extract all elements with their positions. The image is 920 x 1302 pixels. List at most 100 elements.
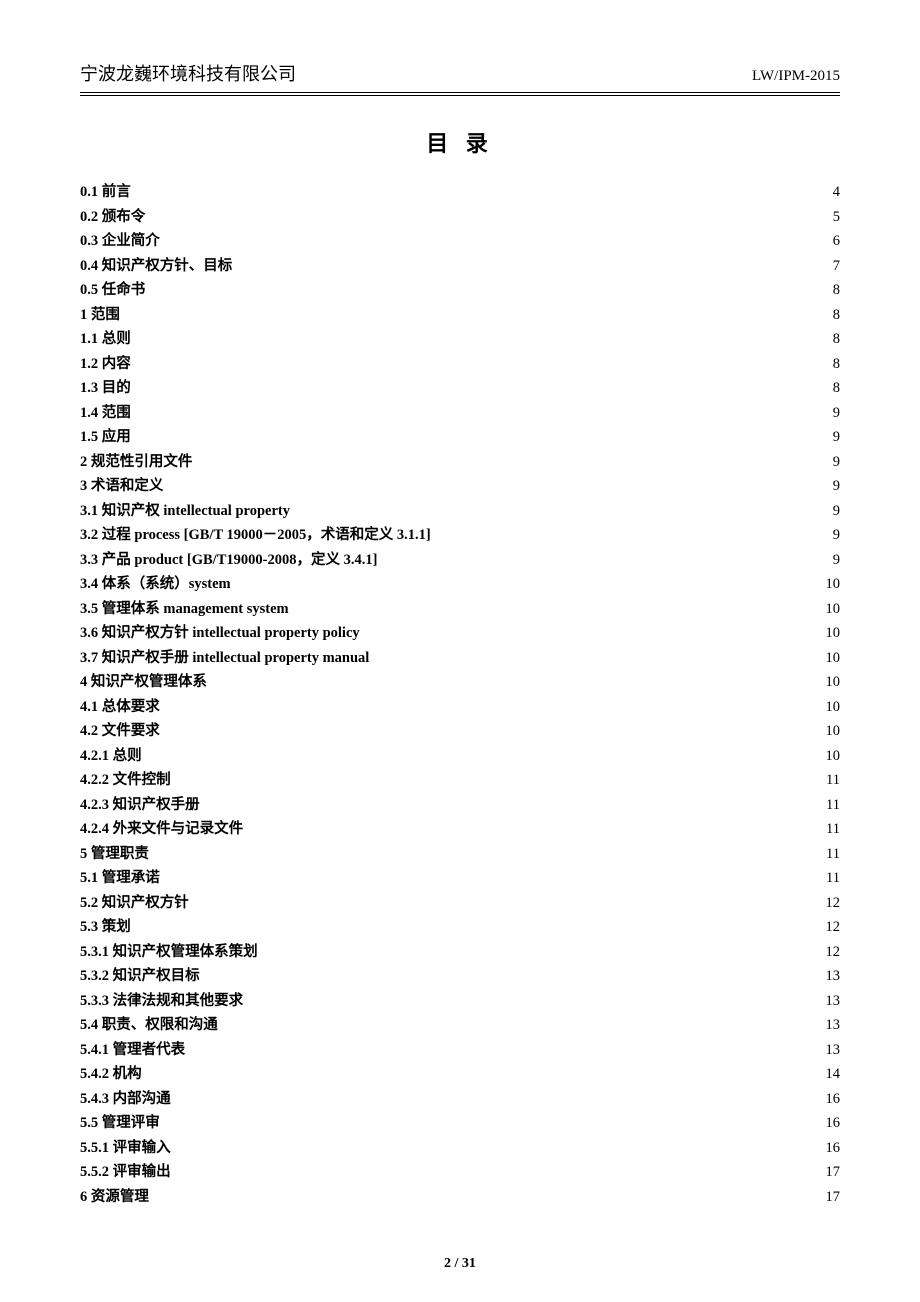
- toc-label: 3.7 知识产权手册 intellectual property manual: [80, 651, 369, 666]
- toc-label: 5.4 职责、权限和沟通: [80, 1018, 218, 1033]
- toc-label: 5 管理职责: [80, 847, 149, 862]
- toc-row: 5.3 策划12: [80, 915, 840, 940]
- toc-label: 5.2 知识产权方针: [80, 896, 189, 911]
- toc-row: 1.2 内容8: [80, 352, 840, 377]
- toc-label: 0.4 知识产权方针、目标: [80, 259, 232, 274]
- toc-label: 1.2 内容: [80, 357, 131, 372]
- toc-page: 16: [826, 1141, 841, 1156]
- toc-row: 0.2 颁布令5: [80, 205, 840, 230]
- header-rule: [80, 92, 840, 96]
- toc-row: 1.3 目的 8: [80, 376, 840, 401]
- toc-page: 8: [833, 381, 840, 396]
- toc-row: 0.1 前言 4: [80, 180, 840, 205]
- toc-label: 5.5 管理评审: [80, 1116, 160, 1131]
- toc-row: 4 知识产权管理体系 10: [80, 670, 840, 695]
- toc-label: 1.3 目的: [80, 381, 131, 396]
- page-footer: 2 / 31: [0, 1256, 920, 1272]
- toc-row: 5.2 知识产权方针12: [80, 891, 840, 916]
- toc-label: 3.1 知识产权 intellectual property: [80, 504, 290, 519]
- toc-label: 4.2.4 外来文件与记录文件: [80, 822, 243, 837]
- toc-row: 3 术语和定义9: [80, 474, 840, 499]
- toc-row: 5.5.1 评审输入 16: [80, 1136, 840, 1161]
- toc-page: 9: [833, 553, 840, 568]
- document-page: 宁波龙巍环境科技有限公司 LW/IPM-2015 目 录 0.1 前言40.2 …: [0, 0, 920, 1302]
- toc-page: 8: [833, 332, 840, 347]
- toc-row: 5 管理职责 11: [80, 842, 840, 867]
- toc-page: 12: [826, 920, 841, 935]
- toc-page: 10: [826, 651, 841, 666]
- toc-row: 4.2.1 总则 10: [80, 744, 840, 769]
- toc-row: 4.2.3 知识产权手册11: [80, 793, 840, 818]
- toc-label: 5.5.1 评审输入: [80, 1141, 171, 1156]
- toc-row: 5.4.3 内部沟通16: [80, 1087, 840, 1112]
- toc-label: 0.5 任命书: [80, 283, 145, 298]
- page-header: 宁波龙巍环境科技有限公司 LW/IPM-2015: [80, 60, 840, 90]
- toc-page: 4: [833, 185, 840, 200]
- toc-label: 4.1 总体要求: [80, 700, 160, 715]
- toc-page: 16: [826, 1116, 841, 1131]
- toc-row: 4.2.2 文件控制 11: [80, 768, 840, 793]
- toc-label: 4.2.3 知识产权手册: [80, 798, 200, 813]
- toc-row: 1.5 应用9: [80, 425, 840, 450]
- toc-page: 14: [826, 1067, 841, 1082]
- toc-page: 10: [826, 675, 841, 690]
- toc-label: 4 知识产权管理体系: [80, 675, 207, 690]
- toc-row: 1.4 范围9: [80, 401, 840, 426]
- toc-page: 8: [833, 283, 840, 298]
- toc-row: 4.1 总体要求 10: [80, 695, 840, 720]
- toc-row: 5.3.3 法律法规和其他要求13: [80, 989, 840, 1014]
- toc-page: 13: [826, 1043, 841, 1058]
- toc-page: 10: [826, 749, 841, 764]
- toc-label: 1.5 应用: [80, 430, 131, 445]
- toc-label: 4.2.1 总则: [80, 749, 142, 764]
- toc-page: 8: [833, 308, 840, 323]
- toc-label: 5.3.3 法律法规和其他要求: [80, 994, 243, 1009]
- toc-page: 13: [826, 969, 841, 984]
- toc-page: 11: [826, 822, 840, 837]
- toc-label: 3.6 知识产权方针 intellectual property policy: [80, 626, 360, 641]
- toc-page: 7: [833, 259, 840, 274]
- toc-label: 1 范围: [80, 308, 120, 323]
- toc-page: 17: [826, 1190, 841, 1205]
- toc-label: 3.3 产品 product [GB/T19000-2008，定义 3.4.1]: [80, 553, 377, 568]
- header-company: 宁波龙巍环境科技有限公司: [80, 60, 296, 86]
- toc-row: 3.4 体系（系统）system10: [80, 572, 840, 597]
- toc-row: 0.3 企业简介 6: [80, 229, 840, 254]
- toc-page: 13: [826, 1018, 841, 1033]
- toc-row: 1 范围 8: [80, 303, 840, 328]
- toc-row: 0.4 知识产权方针、目标 7: [80, 254, 840, 279]
- toc-row: 3.7 知识产权手册 intellectual property manual 1…: [80, 646, 840, 671]
- toc-page: 10: [826, 724, 841, 739]
- toc-page: 9: [833, 504, 840, 519]
- toc-label: 3.5 管理体系 management system: [80, 602, 289, 617]
- toc-label: 4.2 文件要求: [80, 724, 160, 739]
- toc-row: 5.1 管理承诺11: [80, 866, 840, 891]
- toc-label: 0.1 前言: [80, 185, 131, 200]
- toc-label: 3.4 体系（系统）system: [80, 577, 231, 592]
- toc-page: 10: [826, 626, 841, 641]
- toc-page: 6: [833, 234, 840, 249]
- toc-label: 3 术语和定义: [80, 479, 163, 494]
- toc-page: 17: [826, 1165, 841, 1180]
- toc-page: 10: [826, 602, 841, 617]
- toc-label: 5.3.2 知识产权目标: [80, 969, 200, 984]
- toc-row: 5.4 职责、权限和沟通 13: [80, 1013, 840, 1038]
- toc-row: 3.6 知识产权方针 intellectual property policy 1…: [80, 621, 840, 646]
- toc-label: 5.4.1 管理者代表: [80, 1043, 185, 1058]
- toc-page: 9: [833, 455, 840, 470]
- toc-label: 1.1 总则: [80, 332, 131, 347]
- toc-page: 11: [826, 847, 840, 862]
- toc-label: 6 资源管理: [80, 1190, 149, 1205]
- toc-row: 0.5 任命书 8: [80, 278, 840, 303]
- toc-row: 3.3 产品 product [GB/T19000-2008，定义 3.4.1]…: [80, 548, 840, 573]
- toc-page: 11: [826, 773, 840, 788]
- toc-label: 5.1 管理承诺: [80, 871, 160, 886]
- toc-label: 0.2 颁布令: [80, 210, 145, 225]
- toc-label: 0.3 企业简介: [80, 234, 160, 249]
- toc-page: 16: [826, 1092, 841, 1107]
- toc-page: 10: [826, 700, 841, 715]
- toc-label: 4.2.2 文件控制: [80, 773, 171, 788]
- toc-row: 5.3.2 知识产权目标 13: [80, 964, 840, 989]
- toc-row: 3.2 过程 process [GB/T 19000－2005，术语和定义 3.…: [80, 523, 840, 548]
- toc-page: 12: [826, 945, 841, 960]
